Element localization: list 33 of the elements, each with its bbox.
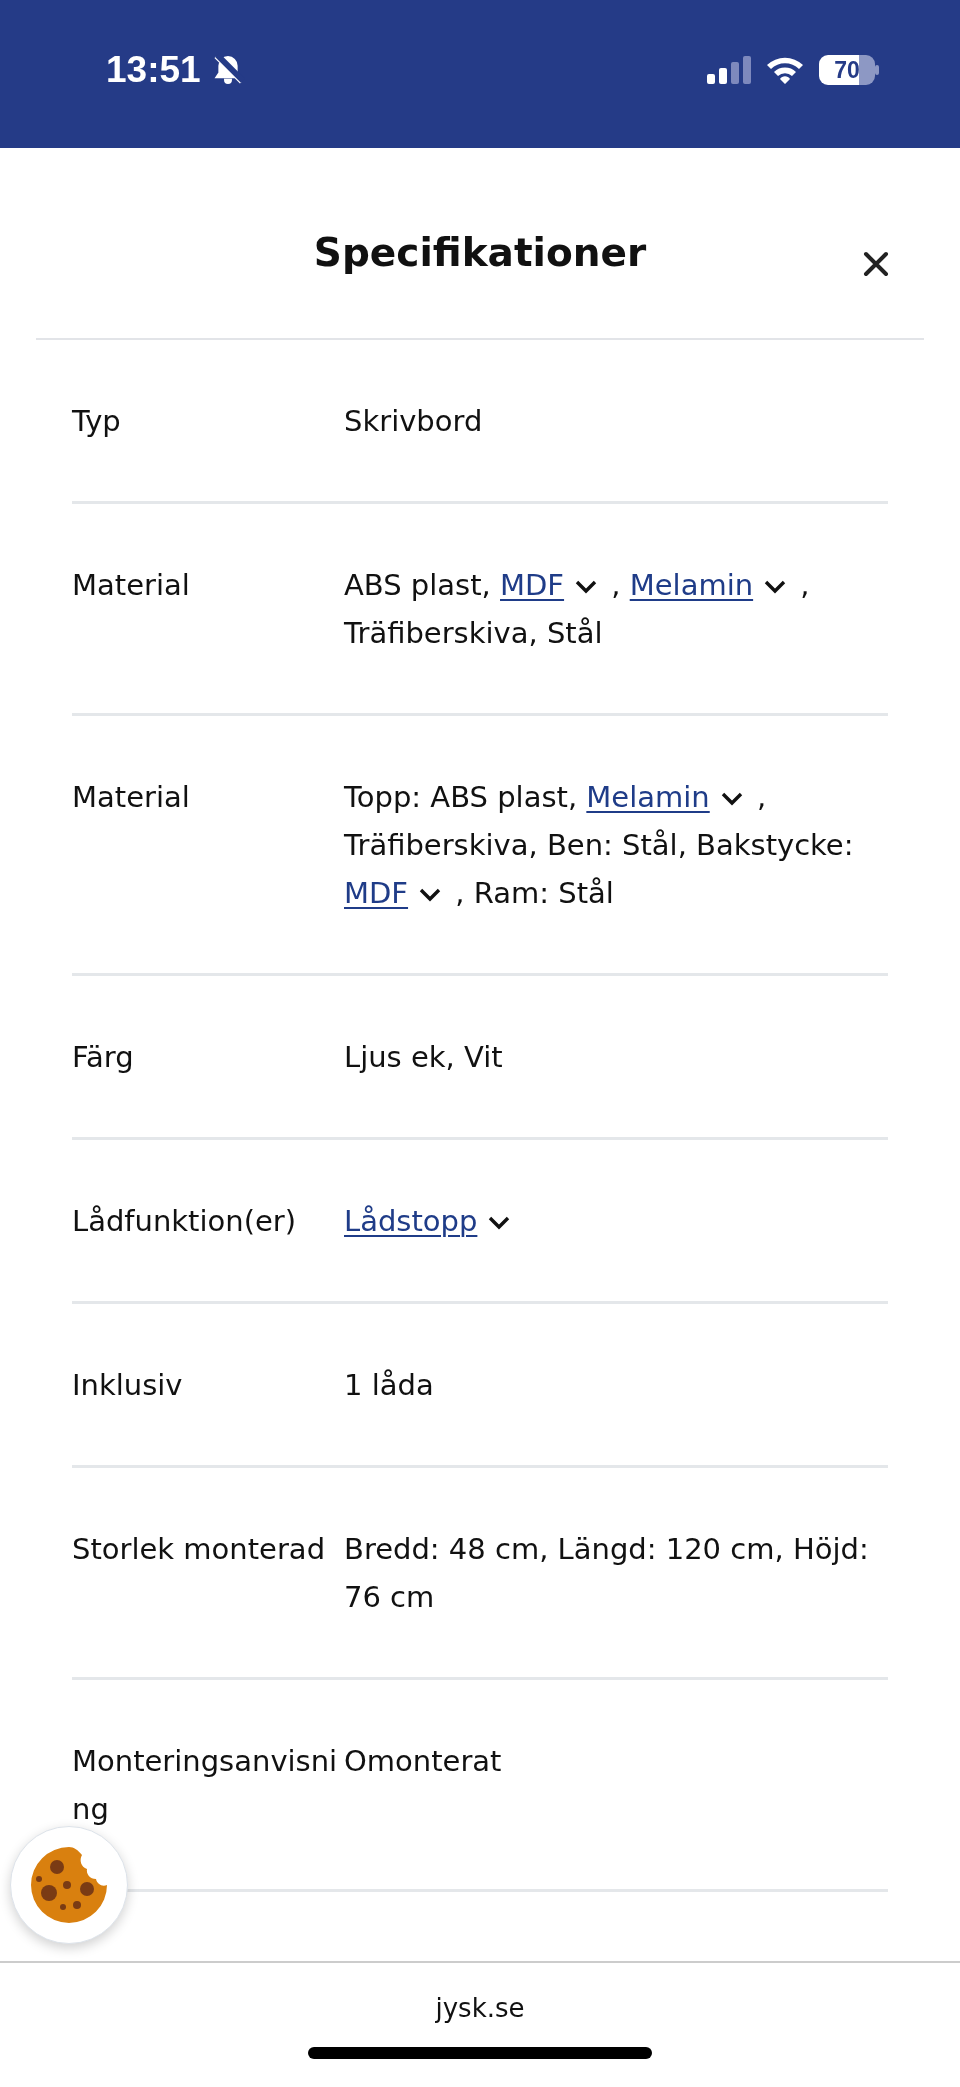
spec-label: Monteringsanvisning xyxy=(72,1743,339,1828)
chevron-down-icon[interactable] xyxy=(487,1215,512,1231)
material-link[interactable]: Lådstopp xyxy=(344,1204,478,1238)
clock-time: 13:51 xyxy=(106,49,201,91)
spec-value: ABS plast, MDF , Melamin , Träfiberskiva, Stål xyxy=(344,567,811,652)
spec-label: Färg xyxy=(72,1039,135,1076)
material-link[interactable]: MDF xyxy=(344,876,409,910)
spec-value: Topp: ABS plast, Melamin , Träfiberskiva, Ben: Stål, Bakstycke: MDF , Ram: Stål xyxy=(344,779,855,912)
dialog-title: Specifikationer xyxy=(313,229,647,277)
spec-label: Material xyxy=(72,567,191,604)
cookie-settings-button[interactable] xyxy=(10,1826,128,1944)
spec-value: Ljus ek, Vit xyxy=(344,1039,504,1076)
chevron-down-icon[interactable] xyxy=(574,579,599,595)
signal-icon xyxy=(707,56,751,84)
spec-label: Storlek monterad xyxy=(72,1531,327,1568)
site-url: jysk.se xyxy=(435,1993,525,2023)
spec-value: Omonterat xyxy=(344,1743,503,1780)
chevron-down-icon[interactable] xyxy=(719,791,744,807)
spec-value: Bredd: 48 cm, Längd: 120 cm, Höjd: 76 cm xyxy=(344,1531,870,1616)
spec-label: Lådfunktion(er) xyxy=(72,1203,298,1240)
chevron-down-icon[interactable] xyxy=(763,579,788,595)
material-link[interactable]: MDF xyxy=(500,568,565,602)
spec-label: Material xyxy=(72,779,191,816)
spec-label: Typ xyxy=(72,403,122,440)
spec-value: Skrivbord xyxy=(344,403,484,440)
spec-value: 1 låda xyxy=(344,1367,435,1404)
cookie-icon xyxy=(29,1845,109,1925)
chevron-down-icon[interactable] xyxy=(418,887,443,903)
material-link[interactable]: Melamin xyxy=(629,568,754,602)
material-link[interactable]: Melamin xyxy=(586,780,710,814)
close-icon xyxy=(862,250,890,278)
wifi-icon xyxy=(765,55,805,85)
spec-label: Inklusiv xyxy=(72,1367,184,1404)
